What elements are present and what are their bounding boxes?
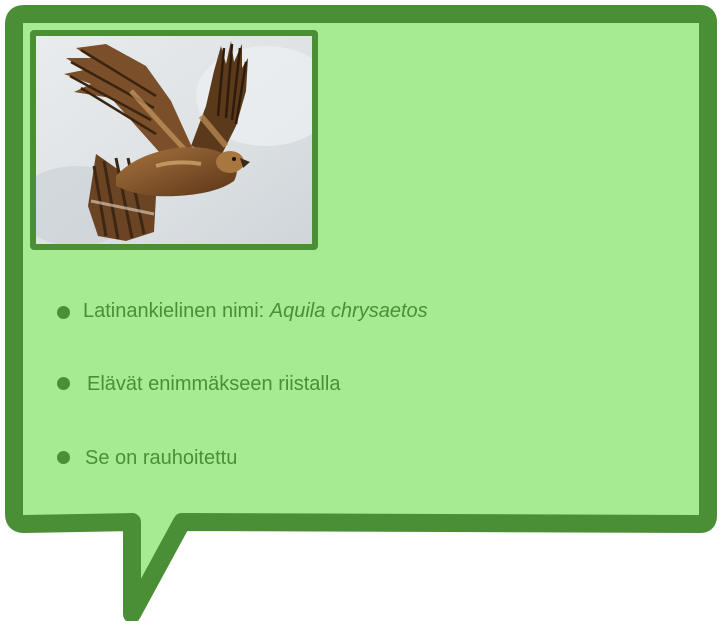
fact-protected: Se on rauhoitettu (85, 447, 238, 469)
fact-label: Latinankielinen nimi: (83, 300, 270, 322)
bullet-icon (57, 451, 70, 464)
eagle-icon (36, 36, 312, 244)
fact-diet: Elävät enimmäkseen riistalla (87, 373, 341, 395)
bullet-icon (57, 377, 70, 390)
fact-latin-name: Latinankielinen nimi: Aquila chrysaetos (83, 299, 428, 323)
latin-name: Aquila chrysaetos (269, 300, 428, 322)
bullet-icon (57, 306, 70, 319)
eagle-photo (30, 30, 318, 250)
